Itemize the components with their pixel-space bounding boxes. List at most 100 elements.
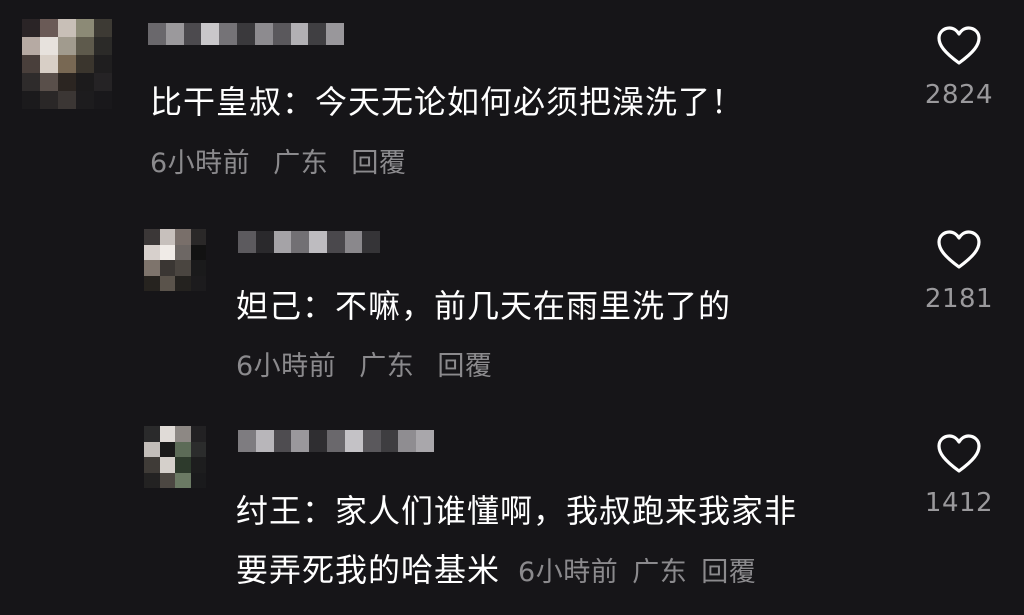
avatar-pixel	[175, 472, 191, 488]
like-count: 1412	[924, 488, 994, 518]
avatar-pixel	[190, 244, 206, 260]
avatar-pixel	[159, 275, 175, 291]
username-blurred[interactable]	[238, 231, 380, 253]
avatar-pixel	[159, 441, 175, 457]
avatar-pixel	[94, 55, 112, 73]
avatar-pixel	[76, 73, 94, 91]
avatar[interactable]	[144, 229, 206, 291]
username-pixel	[344, 231, 363, 253]
comment-text: 妲己：不嘛，前几天在雨里洗了的	[236, 287, 732, 325]
username-pixel	[362, 430, 381, 452]
heart-outline-icon[interactable]	[936, 25, 982, 67]
avatar-pixel	[190, 457, 206, 473]
comment-time: 6小時前	[150, 148, 251, 179]
comment-meta: 6小時前 广东 回覆	[150, 144, 406, 184]
username-pixel	[291, 430, 310, 452]
username-pixel	[326, 231, 345, 253]
avatar-pixel	[144, 441, 160, 457]
avatar-pixel	[40, 19, 58, 37]
avatar-pixel	[159, 472, 175, 488]
username-pixel	[219, 23, 238, 45]
like-button[interactable]: 2181	[917, 229, 1001, 314]
avatar-pixel	[175, 457, 191, 473]
username-pixel	[201, 23, 220, 45]
avatar-pixel	[175, 260, 191, 276]
avatar-pixel	[159, 229, 175, 245]
avatar-pixel	[76, 19, 94, 37]
username-pixel	[290, 23, 309, 45]
avatar-pixel	[144, 472, 160, 488]
avatar[interactable]	[144, 426, 206, 488]
avatar-pixel	[190, 229, 206, 245]
username-pixel	[327, 430, 345, 452]
avatar[interactable]	[22, 19, 112, 109]
avatar-pixel	[144, 426, 160, 442]
heart-outline-icon[interactable]	[936, 229, 982, 271]
reply-button[interactable]: 回覆	[437, 351, 492, 382]
avatar-pixel	[76, 37, 94, 55]
avatar-pixel	[40, 73, 58, 91]
like-button[interactable]: 1412	[917, 433, 1001, 518]
reply-button[interactable]: 回覆	[351, 148, 406, 179]
username-pixel	[398, 430, 417, 452]
avatar-pixel	[40, 55, 58, 73]
username-pixel	[238, 231, 256, 253]
comment-text-line1: 纣王：家人们谁懂啊，我叔跑来我家非	[236, 492, 798, 530]
avatar-pixel	[22, 91, 40, 109]
avatar-pixel	[22, 19, 40, 37]
username-pixel	[148, 23, 166, 45]
username-pixel	[309, 430, 328, 452]
username-blurred[interactable]	[238, 430, 434, 452]
username-pixel	[326, 23, 344, 45]
avatar-pixel	[190, 260, 206, 276]
avatar-pixel	[144, 457, 160, 473]
comment-time: 6小時前	[236, 351, 337, 382]
username-pixel	[309, 231, 327, 253]
username-pixel	[255, 430, 274, 452]
comment-text-line2: 要弄死我的哈基米 6小時前 广东 回覆	[236, 548, 756, 595]
avatar-pixel	[144, 229, 160, 245]
heart-outline-icon[interactable]	[936, 433, 982, 475]
username-pixel	[291, 231, 309, 253]
comment-location: 广东	[359, 351, 415, 382]
username-pixel	[183, 23, 202, 45]
username-pixel	[165, 23, 184, 45]
avatar-pixel	[94, 37, 112, 55]
avatar-pixel	[58, 55, 76, 73]
avatar-pixel	[58, 37, 76, 55]
avatar-pixel	[22, 73, 40, 91]
avatar-pixel	[175, 275, 191, 291]
like-count: 2824	[924, 80, 994, 110]
avatar-pixel	[175, 244, 191, 260]
username-pixel	[308, 23, 327, 45]
avatar-pixel	[144, 260, 160, 276]
username-pixel	[238, 430, 256, 452]
avatar-pixel	[58, 73, 76, 91]
avatar-pixel	[159, 244, 175, 260]
username-pixel	[362, 231, 380, 253]
avatar-pixel	[76, 91, 94, 109]
reply-button[interactable]: 回覆	[701, 557, 756, 588]
username-pixel	[272, 23, 291, 45]
like-count: 2181	[924, 284, 994, 314]
avatar-pixel	[175, 426, 191, 442]
username-pixel	[273, 430, 292, 452]
avatar-pixel	[58, 19, 76, 37]
avatar-pixel	[190, 441, 206, 457]
avatar-pixel	[144, 275, 160, 291]
username-pixel	[344, 430, 363, 452]
avatar-pixel	[58, 91, 76, 109]
username-pixel	[237, 23, 255, 45]
avatar-pixel	[22, 55, 40, 73]
comment-meta: 6小時前 广东 回覆	[236, 347, 492, 387]
avatar-pixel	[159, 260, 175, 276]
username-pixel	[254, 23, 273, 45]
avatar-pixel	[190, 426, 206, 442]
comment-text-line2-content: 要弄死我的哈基米	[236, 551, 501, 589]
avatar-pixel	[175, 441, 191, 457]
comment-meta: 6小時前 广东 回覆	[518, 557, 756, 588]
avatar-pixel	[94, 73, 112, 91]
username-pixel	[273, 231, 292, 253]
username-blurred[interactable]	[148, 23, 344, 45]
like-button[interactable]: 2824	[917, 25, 1001, 110]
